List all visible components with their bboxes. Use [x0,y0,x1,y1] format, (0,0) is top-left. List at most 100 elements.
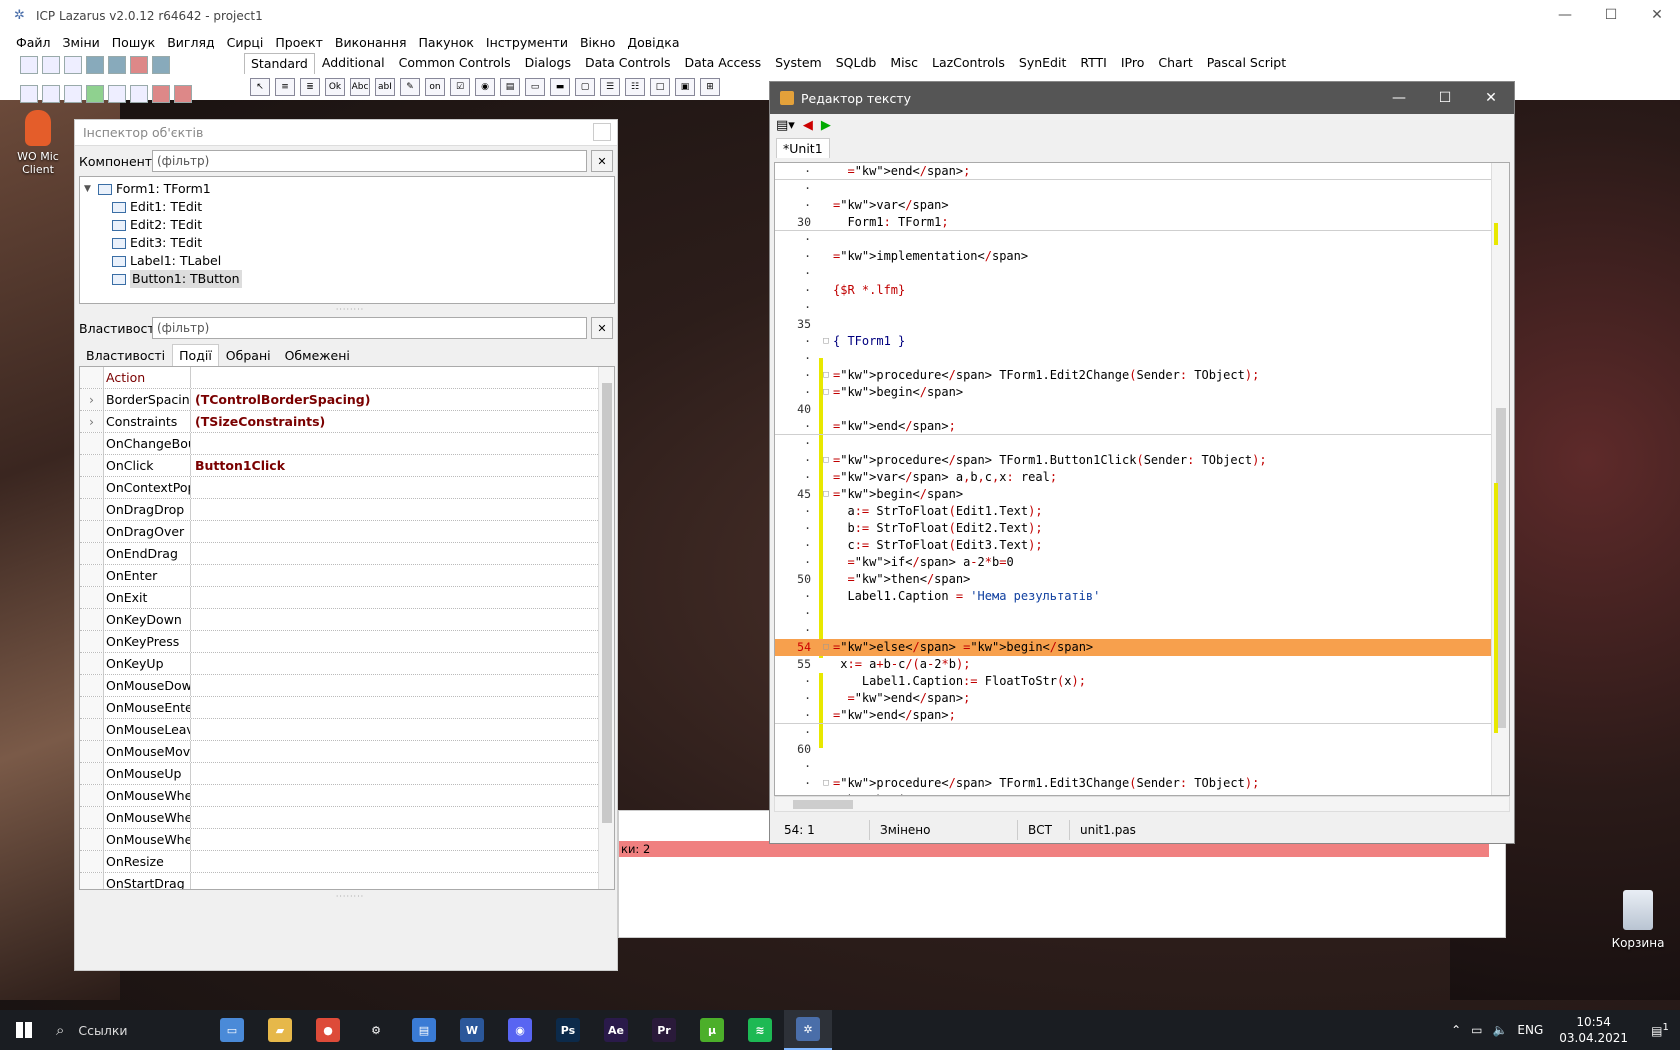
expand-icon[interactable] [80,543,104,564]
new-form-icon[interactable] [42,56,60,74]
arrow-forward-icon[interactable]: ▶ [821,118,831,133]
properties-filter-input[interactable]: (фільтр) [152,317,587,339]
code-line[interactable]: · [775,350,1509,367]
code-line[interactable]: · ="kw">var</span> a,b,c,x: real; [775,469,1509,486]
button-component-icon[interactable]: Ok [325,78,345,96]
utorrent-app[interactable]: µ [688,1010,736,1050]
combobox-component-icon[interactable]: ▭ [525,78,545,96]
expand-icon[interactable] [80,851,104,872]
expand-icon[interactable] [80,433,104,454]
event-row[interactable]: OnMouseWheel [80,785,614,807]
tree-node[interactable]: ▼ Form1: TForm1 [80,180,614,198]
discord-app[interactable]: ◉ [496,1010,544,1050]
view-forms-icon[interactable] [20,85,38,103]
tab-properties[interactable]: Властивості [79,344,172,366]
clear-filter-icon[interactable]: ✕ [591,317,613,339]
event-value[interactable] [191,631,596,652]
scrollbar-component-icon[interactable]: ▬ [550,78,570,96]
fold-icon[interactable]: □ [821,333,831,350]
code-line[interactable]: · □="kw">begin</span> [775,384,1509,401]
code-horizontal-scrollbar[interactable] [774,796,1510,812]
pause-icon[interactable] [108,85,126,103]
window-app[interactable]: ▤ [400,1010,448,1050]
expand-icon[interactable] [80,807,104,828]
listbox-component-icon[interactable]: ▤ [500,78,520,96]
tab-data-controls[interactable]: Data Controls [578,52,678,74]
open-icon[interactable] [64,56,82,74]
minimize-button[interactable]: — [1542,0,1588,30]
arrow-back-icon[interactable]: ◀ [803,118,813,133]
stop-icon[interactable] [130,85,148,103]
event-value[interactable] [191,499,596,520]
expand-icon[interactable] [80,367,104,388]
tab-events[interactable]: Події [172,344,219,366]
run-icon[interactable] [86,85,104,103]
checkgroup-component-icon[interactable]: ☷ [625,78,645,96]
desktop-icon-wo-mic[interactable]: WO Mic Client [10,110,66,176]
fold-icon[interactable]: □ [821,367,831,384]
tab-additional[interactable]: Additional [315,52,392,74]
tree-node[interactable]: Edit1: TEdit [80,198,614,216]
event-value[interactable] [191,521,596,542]
event-row[interactable]: OnEnter [80,565,614,587]
desktop-icon-recycle-bin[interactable]: Корзина [1606,890,1670,950]
event-value[interactable] [191,433,596,454]
code-line[interactable]: · □{ TForm1 } [775,333,1509,350]
premiere-app[interactable]: Pr [640,1010,688,1050]
menu-project[interactable]: Проект [269,35,329,50]
expand-icon[interactable] [80,455,104,476]
event-row[interactable]: OnKeyDown [80,609,614,631]
code-line[interactable]: · ="kw">end</span>; [775,690,1509,707]
fold-icon[interactable]: □ [821,486,831,503]
tab-favorites[interactable]: Обрані [219,344,278,366]
tab-restricted[interactable]: Обмежені [278,344,357,366]
code-line[interactable]: 45 □ ="kw">begin</span> [775,486,1509,503]
expand-icon[interactable] [80,829,104,850]
event-value[interactable] [191,675,596,696]
expand-icon[interactable] [80,873,104,889]
splitter-grip[interactable]: ········ [335,892,365,901]
expand-icon[interactable] [80,785,104,806]
event-row[interactable]: OnMouseDown [80,675,614,697]
radiogroup-component-icon[interactable]: ☰ [600,78,620,96]
code-line-error[interactable]: 54 □ ="kw">else</span> ="kw">begin</span> [775,639,1509,656]
menu-run[interactable]: Виконання [329,35,413,50]
event-value[interactable]: (TSizeConstraints) [191,411,596,432]
components-filter-input[interactable]: (фільтр) [152,150,587,172]
step-over-icon[interactable] [174,85,192,103]
expand-icon[interactable] [80,477,104,498]
fold-icon[interactable]: □ [821,384,831,401]
code-line[interactable]: · ="kw">end</span>; [775,163,1509,180]
close-button[interactable]: ✕ [1634,0,1680,30]
code-area[interactable]: · ="kw">end</span>; · · ="kw">var</span> 30 … [774,162,1510,796]
fold-icon[interactable]: □ [821,639,831,656]
event-value[interactable]: (TControlBorderSpacing) [191,389,596,410]
aftereffects-app[interactable]: Ae [592,1010,640,1050]
chevron-down-icon[interactable]: ▼ [84,180,98,198]
event-row[interactable]: Action [80,367,614,389]
event-row[interactable]: OnMouseWheel [80,807,614,829]
tab-lazcontrols[interactable]: LazControls [925,52,1012,74]
scroll-thumb[interactable] [602,383,612,823]
jump-list-icon[interactable]: ▤▾ [776,118,795,133]
code-line[interactable]: · [775,724,1509,741]
fold-icon[interactable]: □ [821,452,831,469]
event-value[interactable] [191,741,596,762]
event-value[interactable] [191,719,596,740]
event-row[interactable]: OnMouseEnter [80,697,614,719]
event-value[interactable] [191,565,596,586]
tree-node-selected[interactable]: Button1: TButton [80,270,614,288]
notifications-icon[interactable]: ▤1 [1640,1022,1680,1038]
code-line[interactable]: 60 [775,741,1509,758]
toggle-form-icon[interactable] [42,85,60,103]
event-row[interactable]: OnDragOver [80,521,614,543]
menu-help[interactable]: Довідка [621,35,685,50]
grid-scrollbar[interactable] [598,367,614,889]
maximize-button[interactable]: ☐ [1422,82,1468,114]
event-value[interactable] [191,873,596,889]
minimize-button[interactable]: — [1376,82,1422,114]
splitter-grip[interactable]: ········ [335,305,365,314]
chrome-app[interactable]: ● [304,1010,352,1050]
code-line[interactable]: 35 [775,316,1509,333]
event-row[interactable]: OnEndDrag [80,543,614,565]
